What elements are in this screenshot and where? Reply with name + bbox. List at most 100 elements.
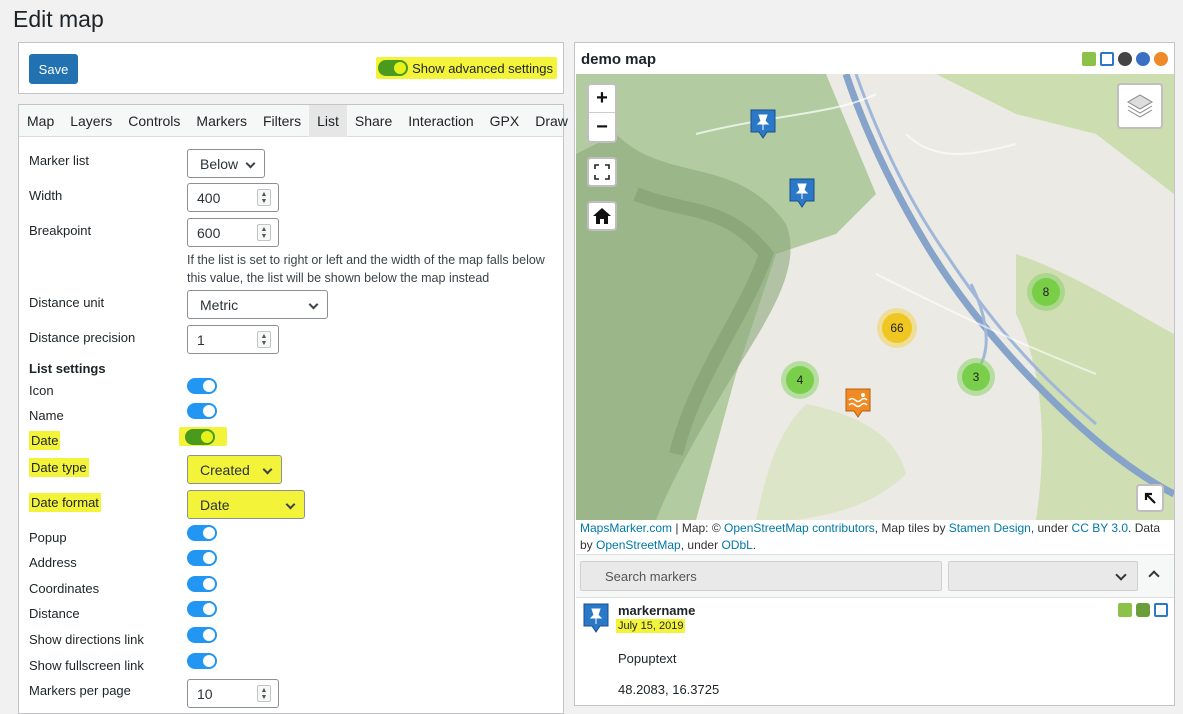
tab-filters[interactable]: Filters	[255, 105, 309, 137]
attribution-text: .	[752, 538, 757, 552]
coordinates-toggle[interactable]	[187, 576, 217, 592]
cluster-marker[interactable]: 4	[781, 361, 819, 399]
qr-icon[interactable]	[1118, 52, 1132, 66]
date-format-select[interactable]: Date	[187, 490, 305, 519]
swimming-marker-icon[interactable]	[845, 388, 871, 418]
pushpin-marker-icon[interactable]	[789, 178, 815, 208]
collapse-button[interactable]	[1136, 484, 1164, 512]
marker-list-select[interactable]: Below	[187, 149, 265, 178]
fullscreen-button[interactable]	[587, 157, 617, 187]
icon-toggle[interactable]	[187, 378, 217, 394]
directions-label: Show directions link	[29, 632, 144, 647]
map-canvas[interactable]: + − 8 66 3 4	[576, 74, 1174, 520]
spinner-icon[interactable]: ▲ ▼	[257, 224, 271, 241]
popup-toggle[interactable]	[187, 525, 217, 541]
breakpoint-help: If the list is set to right or left and …	[187, 253, 545, 285]
per-page-label: Markers per page	[29, 683, 131, 698]
search-markers-input[interactable]: Search markers	[580, 561, 942, 591]
date-format-value: Date	[200, 496, 230, 513]
marker-date: July 15, 2019	[616, 619, 686, 633]
chevron-down-icon	[285, 499, 296, 510]
cluster-marker[interactable]: 3	[957, 358, 995, 396]
tab-map[interactable]: Map	[19, 105, 62, 137]
cluster-marker[interactable]: 8	[1027, 273, 1065, 311]
icon-label: Icon	[29, 383, 54, 398]
advanced-settings-toggle[interactable]	[378, 60, 409, 76]
distance-precision-input[interactable]: 1 ▲ ▼	[187, 325, 279, 354]
tab-list[interactable]: List	[309, 105, 347, 137]
breakpoint-label: Breakpoint	[29, 223, 92, 238]
home-button[interactable]	[587, 201, 617, 231]
advanced-settings-toggle-wrap[interactable]: Show advanced settings	[376, 57, 557, 79]
name-label: Name	[29, 408, 64, 423]
marker-name: markername	[618, 603, 696, 618]
attribution-link-stamen[interactable]: Stamen Design	[949, 521, 1031, 535]
date-type-select[interactable]: Created	[187, 455, 282, 484]
chevron-up-icon[interactable]	[1148, 570, 1160, 582]
layers-button[interactable]	[1117, 83, 1163, 129]
actions-box: Save Show advanced settings	[18, 42, 564, 94]
chevron-down-icon	[308, 299, 319, 310]
date-toggle[interactable]	[185, 428, 215, 445]
spinner-icon[interactable]: ▲ ▼	[257, 685, 271, 702]
attribution-link-ccby[interactable]: CC BY 3.0	[1072, 521, 1128, 535]
tab-draw[interactable]: Draw	[527, 105, 576, 137]
date-format-label: Date format	[29, 493, 101, 512]
zoom-out-button[interactable]: −	[589, 113, 615, 141]
settings-panel: Map Layers Controls Markers Filters List…	[18, 104, 568, 714]
fullscreen-icon[interactable]	[1100, 52, 1114, 66]
edit-marker-icon[interactable]	[1118, 603, 1132, 617]
layers-icon	[1127, 94, 1153, 118]
tab-layers[interactable]: Layers	[62, 105, 120, 137]
spinner-icon[interactable]: ▲ ▼	[257, 189, 271, 206]
spinner-icon[interactable]: ▲ ▼	[257, 331, 271, 348]
distance-unit-label: Distance unit	[29, 295, 105, 310]
list-item[interactable]: markername July 15, 2019 Popuptext 48.20…	[576, 599, 1174, 705]
attribution-text: , Map tiles by	[874, 521, 949, 535]
marker-sort-select[interactable]	[948, 561, 1138, 591]
cluster-marker[interactable]: 66	[877, 308, 917, 348]
tab-interaction[interactable]: Interaction	[400, 105, 481, 137]
address-toggle[interactable]	[187, 550, 217, 566]
tab-controls[interactable]: Controls	[120, 105, 188, 137]
pushpin-marker-icon[interactable]	[750, 109, 776, 139]
directions-toggle[interactable]	[187, 627, 217, 643]
fullscreen-toggle[interactable]	[187, 653, 217, 669]
marker-list-value: Below	[200, 155, 239, 172]
breakpoint-input[interactable]: 600 ▲ ▼	[187, 218, 279, 247]
pushpin-marker-icon	[583, 603, 609, 633]
attribution-link-mapsmarker[interactable]: MapsMarker.com	[580, 521, 672, 535]
directions-icon[interactable]	[1136, 603, 1150, 617]
attribution-link-osm-contributors[interactable]: OpenStreetMap contributors	[724, 521, 875, 535]
marker-actions	[1118, 603, 1168, 617]
arrow-up-left-icon	[1144, 492, 1156, 504]
zoom-in-button[interactable]: +	[589, 85, 615, 113]
tab-share[interactable]: Share	[347, 105, 400, 137]
tab-gpx[interactable]: GPX	[482, 105, 528, 137]
fullscreen-icon[interactable]	[1154, 603, 1168, 617]
attribution-text: , under	[680, 538, 722, 552]
per-page-input[interactable]: 10 ▲ ▼	[187, 679, 279, 708]
width-input[interactable]: 400 ▲ ▼	[187, 183, 279, 212]
attribution-link-osm[interactable]: OpenStreetMap	[596, 538, 681, 552]
distance-precision-label: Distance precision	[29, 330, 136, 345]
map-panel: demo map + − 8 66 3 4 MapsMarker.com | M…	[574, 42, 1175, 706]
kml-icon[interactable]	[1082, 52, 1096, 66]
save-button[interactable]: Save	[29, 54, 78, 84]
geojson-icon[interactable]	[1136, 52, 1150, 66]
coordinates-label: Coordinates	[29, 581, 100, 596]
date-toggle-wrap[interactable]	[179, 427, 227, 446]
distance-unit-select[interactable]: Metric	[187, 290, 328, 319]
zoom-control: + −	[587, 83, 617, 143]
attribution-link-odbl[interactable]: ODbL	[721, 538, 752, 552]
marker-popup-text: Popuptext	[618, 651, 677, 666]
settings-tabs: Map Layers Controls Markers Filters List…	[19, 105, 568, 137]
width-value: 400	[197, 189, 221, 206]
distance-toggle[interactable]	[187, 601, 217, 617]
name-toggle[interactable]	[187, 403, 217, 419]
georss-icon[interactable]	[1154, 52, 1168, 66]
marker-search-bar: Search markers	[576, 554, 1174, 598]
advanced-settings-label: Show advanced settings	[412, 60, 553, 76]
tab-markers[interactable]: Markers	[188, 105, 255, 137]
marker-list-label: Marker list	[29, 153, 89, 168]
